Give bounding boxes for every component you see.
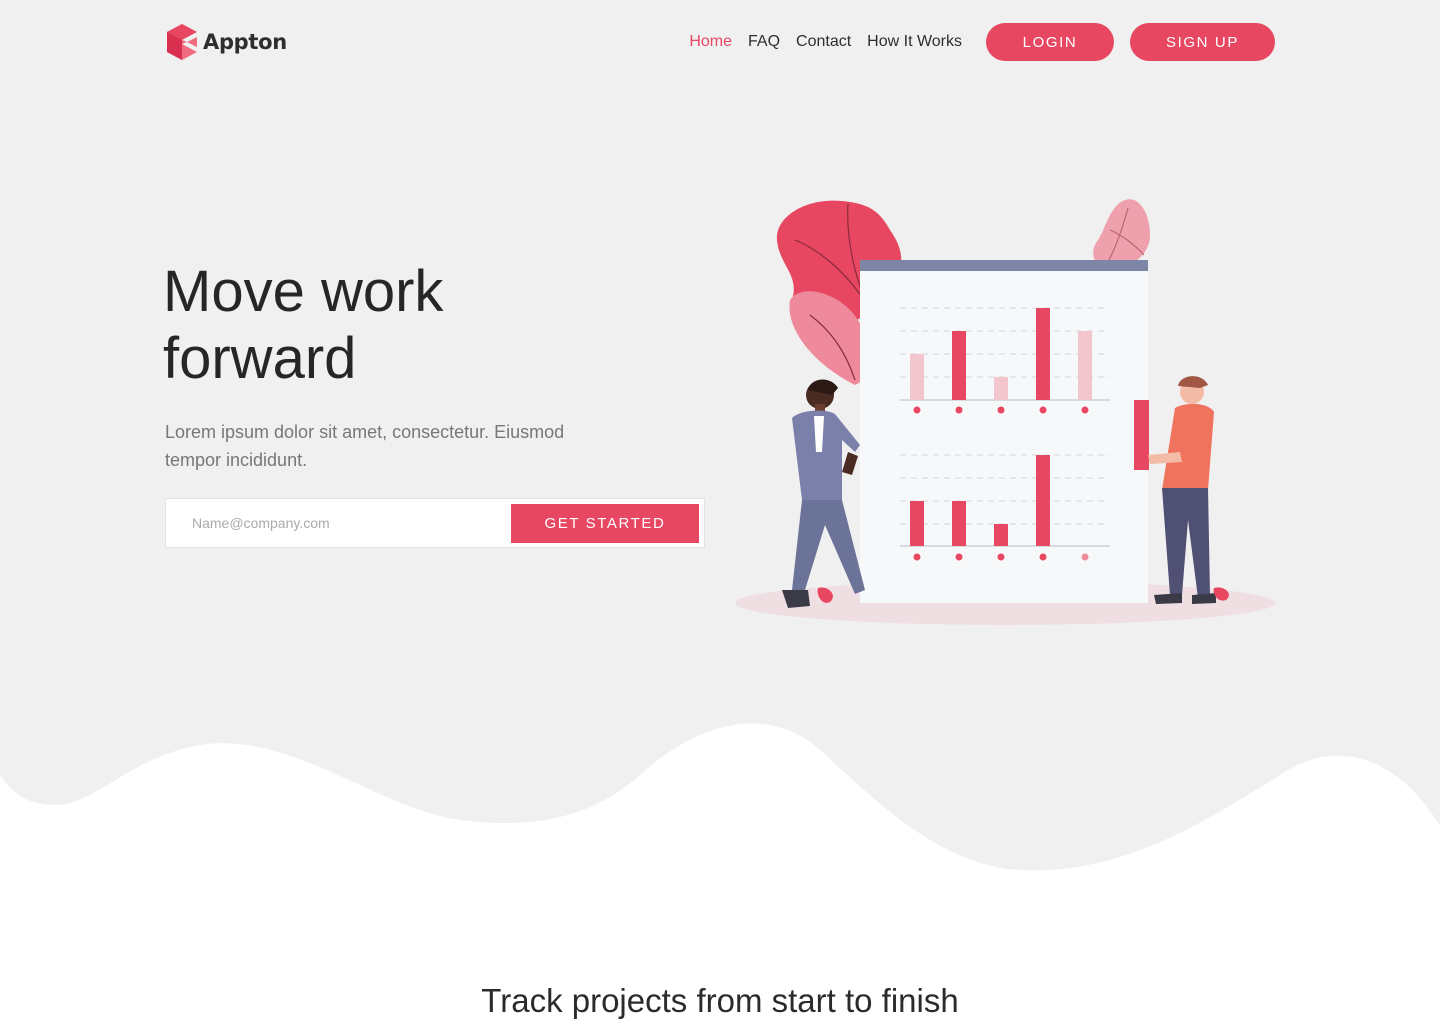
site-header: Appton Home FAQ Contact How It Works LOG… — [165, 20, 1275, 64]
hero-subtitle: Lorem ipsum dolor sit amet, consectetur.… — [165, 422, 565, 470]
nav-link-home[interactable]: Home — [689, 33, 732, 51]
main-nav: Home FAQ Contact How It Works LOGIN SIGN… — [673, 20, 1275, 64]
signup-button[interactable]: SIGN UP — [1130, 23, 1275, 61]
nav-link-how-it-works[interactable]: How It Works — [867, 33, 962, 51]
person-left — [782, 379, 865, 608]
logo-hexagon-icon — [167, 24, 197, 60]
hero-title-line-1: Move work — [163, 259, 444, 324]
chart-board — [860, 260, 1148, 603]
login-button[interactable]: LOGIN — [986, 23, 1114, 61]
leaf-right — [1093, 199, 1150, 269]
hero-title-line-2: forward — [163, 326, 357, 391]
features-section-title: Track projects from start to finish — [481, 982, 959, 1019]
get-started-button[interactable]: GET STARTED — [511, 504, 699, 543]
brand-name: Appton — [203, 30, 287, 54]
email-input[interactable] — [166, 499, 522, 547]
brand-logo[interactable]: Appton — [165, 22, 287, 62]
hero-title: Move work forward — [163, 258, 663, 392]
analytics-board-illustration — [735, 199, 1275, 625]
email-signup-form: GET STARTED — [165, 498, 705, 548]
person-right — [1134, 376, 1229, 604]
nav-link-faq[interactable]: FAQ — [748, 33, 780, 51]
nav-link-contact[interactable]: Contact — [796, 33, 851, 51]
